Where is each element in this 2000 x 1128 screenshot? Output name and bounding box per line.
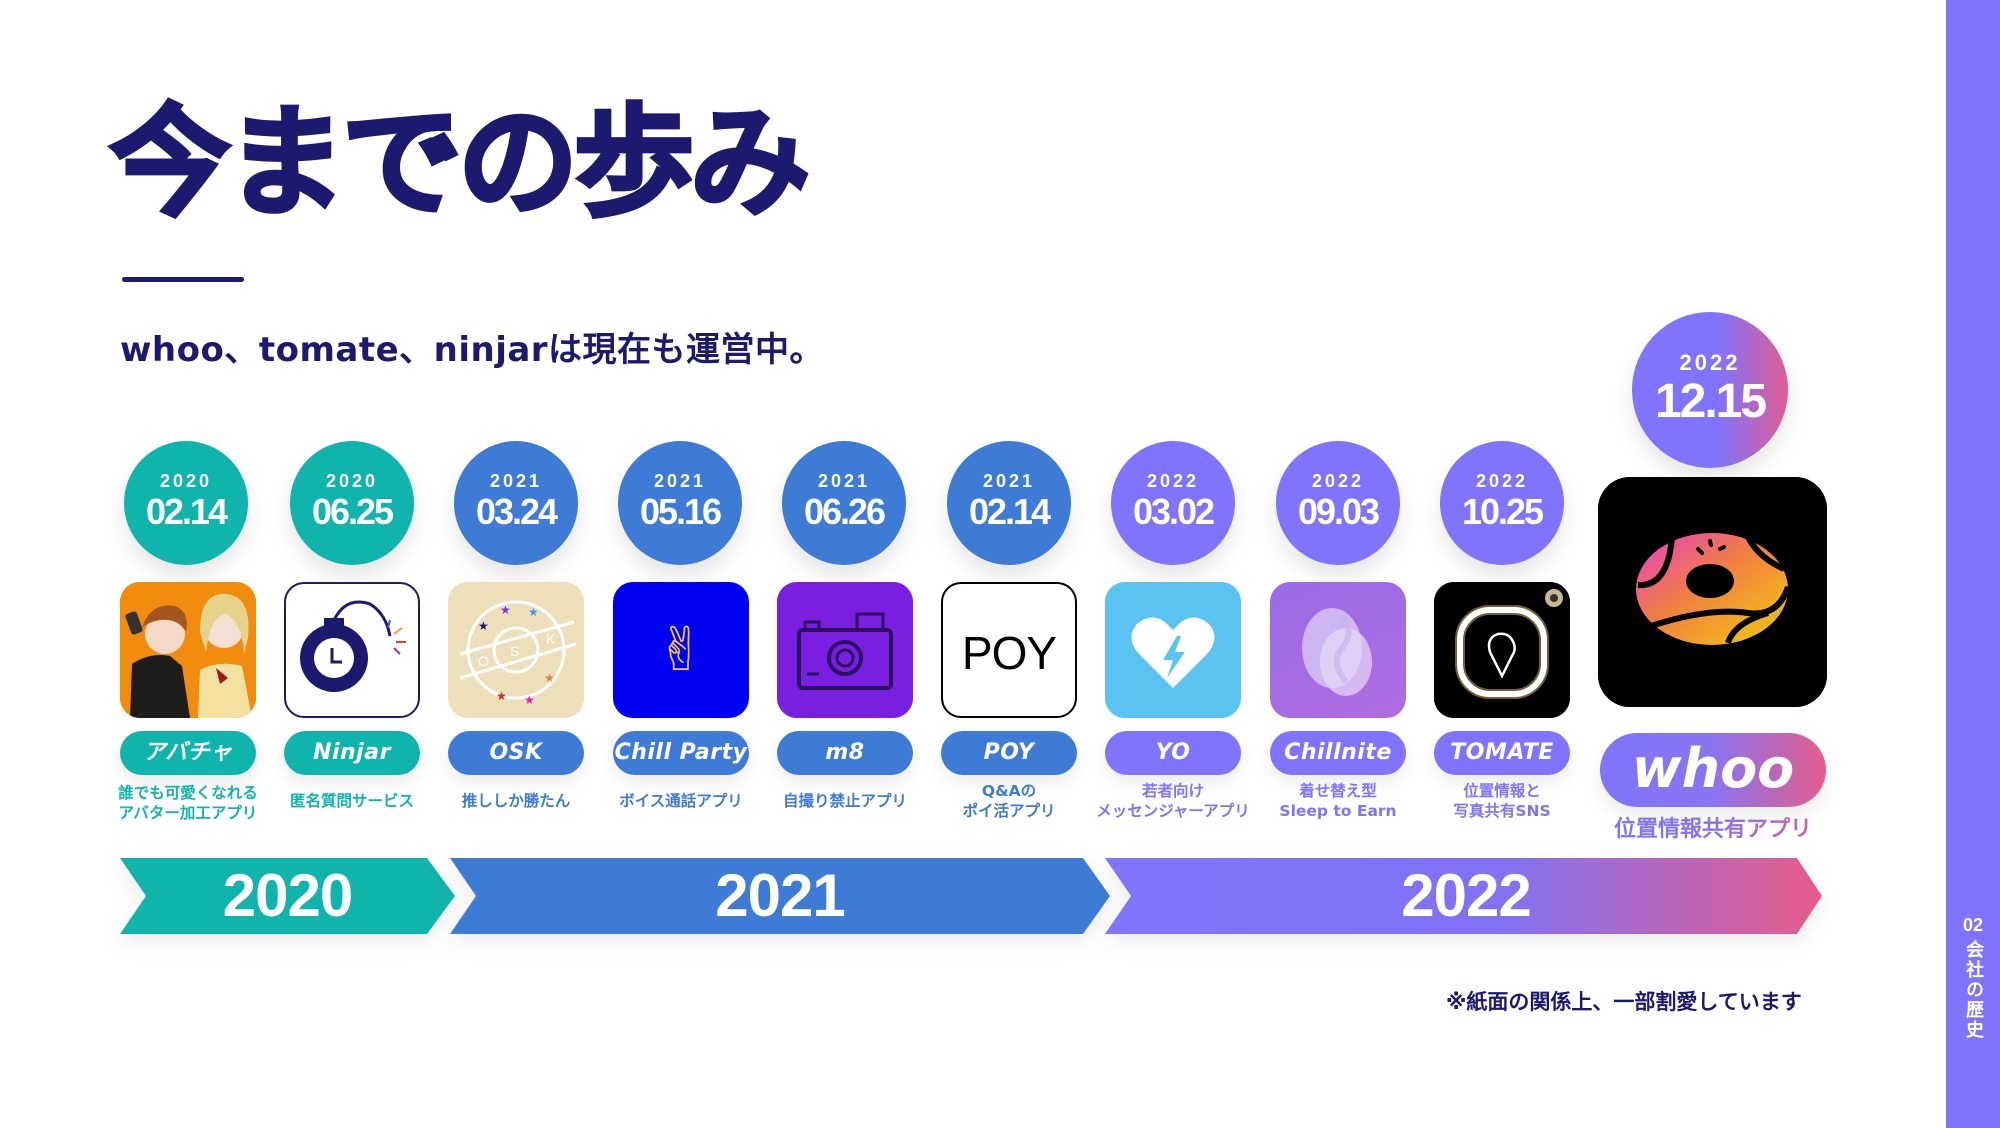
app-description: 位置情報と 写真共有SNS (1453, 782, 1551, 820)
timeline-segment-2021: 2021 (450, 858, 1115, 934)
release-date-badge: 2021 02.14 (947, 441, 1071, 565)
page-title: 今までの歩み (108, 94, 812, 233)
release-date-badge: 2021 05.16 (618, 441, 742, 565)
featured-app-name-pill[interactable]: whoo (1600, 733, 1826, 807)
release-date: 05.16 (639, 491, 722, 532)
release-year: 2022 (1146, 471, 1200, 491)
app-name-pill[interactable]: Ninjar (284, 731, 420, 775)
app-name-pill[interactable]: TOMATE (1434, 731, 1570, 775)
app-name-pill[interactable]: Chill Party (613, 731, 749, 775)
poy-wordmark-icon[interactable]: POY (941, 582, 1077, 718)
timeline-year-label: 2022 (1401, 862, 1531, 929)
release-date: 06.25 (311, 491, 394, 532)
section-number: 02 (1962, 915, 1984, 935)
app-name-pill[interactable]: アバチャ (120, 731, 256, 775)
svg-text:★: ★ (496, 689, 507, 703)
release-date: 06.26 (803, 491, 886, 532)
whoo-donut-icon[interactable] (1598, 477, 1827, 707)
release-year: 2021 (817, 471, 871, 491)
app-description: 推ししか勝たん (461, 792, 571, 810)
release-date: 10.25 (1461, 491, 1544, 532)
release-date: 03.24 (475, 491, 558, 532)
release-year: 2021 (489, 471, 543, 491)
svg-text:★: ★ (524, 693, 535, 707)
featured-release-year: 2022 (1679, 350, 1741, 375)
timeline-year-label: 2020 (222, 862, 353, 929)
release-date-badge: 2022 09.03 (1276, 441, 1400, 565)
app-description: 若者向け メッセンジャーアプリ (1096, 782, 1250, 820)
timeline-segment-2022: 2022 (1105, 858, 1827, 934)
svg-text:K: K (546, 631, 556, 647)
svg-text:★: ★ (528, 605, 539, 619)
app-description: 着せ替え型 Sleep to Earn (1279, 782, 1397, 820)
release-date-badge: 2020 02.14 (124, 441, 248, 565)
svg-text:O: O (478, 653, 489, 669)
featured-release-date-badge: 2022 12.15 (1632, 312, 1788, 468)
timeline-year-label: 2021 (715, 862, 845, 929)
osk-stars-logo-icon[interactable]: O S K ★ ★ ★ ★ ★ ★ (448, 582, 584, 718)
app-description: 自撮り禁止アプリ (782, 792, 907, 810)
peace-hand-icon[interactable]: ✌ (613, 582, 749, 718)
timeline-segment-2020: 2020 (120, 858, 460, 934)
victory-hand-glyph: ✌ (655, 616, 707, 683)
bomb-clock-icon[interactable] (284, 582, 420, 718)
page-subtitle: whoo、tomate、ninjarは現在も運営中。 (120, 330, 825, 370)
section-label: 会社の歴史 (1963, 940, 1984, 1040)
app-name-pill[interactable]: OSK (448, 731, 584, 775)
release-year: 2020 (159, 471, 213, 491)
release-date: 03.02 (1132, 491, 1215, 532)
app-name-pill[interactable]: m8 (777, 731, 913, 775)
app-description: Q&Aの ポイ活アプリ (962, 782, 1056, 820)
release-year: 2022 (1311, 471, 1365, 491)
footnote: ※紙面の関係上、一部割愛しています (1446, 990, 1802, 1014)
app-description: 匿名質問サービス (289, 792, 414, 810)
release-year: 2021 (982, 471, 1036, 491)
featured-release-date: 12.15 (1654, 375, 1767, 428)
avatar-photo-icon[interactable] (120, 582, 256, 718)
featured-app-description: 位置情報共有アプリ (1590, 811, 1836, 843)
release-date-badge: 2021 06.26 (782, 441, 906, 565)
release-date: 09.03 (1297, 491, 1380, 532)
app-name-pill[interactable]: Chillnite (1270, 731, 1406, 775)
release-year: 2020 (325, 471, 379, 491)
title-divider (122, 277, 244, 282)
svg-text:★: ★ (544, 671, 555, 685)
section-sidebar: 02 会社の歴史 (1946, 0, 2000, 1128)
svg-text:S: S (510, 643, 519, 659)
release-date-badge: 2020 06.25 (290, 441, 414, 565)
release-date: 02.14 (145, 491, 228, 532)
poy-wordmark: POY (961, 627, 1057, 679)
release-date-badge: 2022 10.25 (1440, 441, 1564, 565)
app-description: 誰でも可愛くなれる アバター加工アプリ (118, 784, 258, 822)
heart-bolt-icon[interactable] (1105, 582, 1241, 718)
camera-icon[interactable] (777, 582, 913, 718)
release-date-badge: 2021 03.24 (454, 441, 578, 565)
release-date-badge: 2022 03.02 (1111, 441, 1235, 565)
blob-s-icon[interactable] (1270, 582, 1406, 718)
app-description: ボイス通話アプリ (619, 792, 743, 810)
svg-text:★: ★ (500, 603, 511, 617)
release-year: 2021 (653, 471, 707, 491)
app-name-pill[interactable]: POY (941, 731, 1077, 775)
glow-location-pin-icon[interactable] (1434, 582, 1570, 718)
release-year: 2022 (1475, 471, 1529, 491)
svg-text:★: ★ (478, 619, 489, 633)
app-name-pill[interactable]: YO (1105, 731, 1241, 775)
release-date: 02.14 (968, 491, 1051, 532)
